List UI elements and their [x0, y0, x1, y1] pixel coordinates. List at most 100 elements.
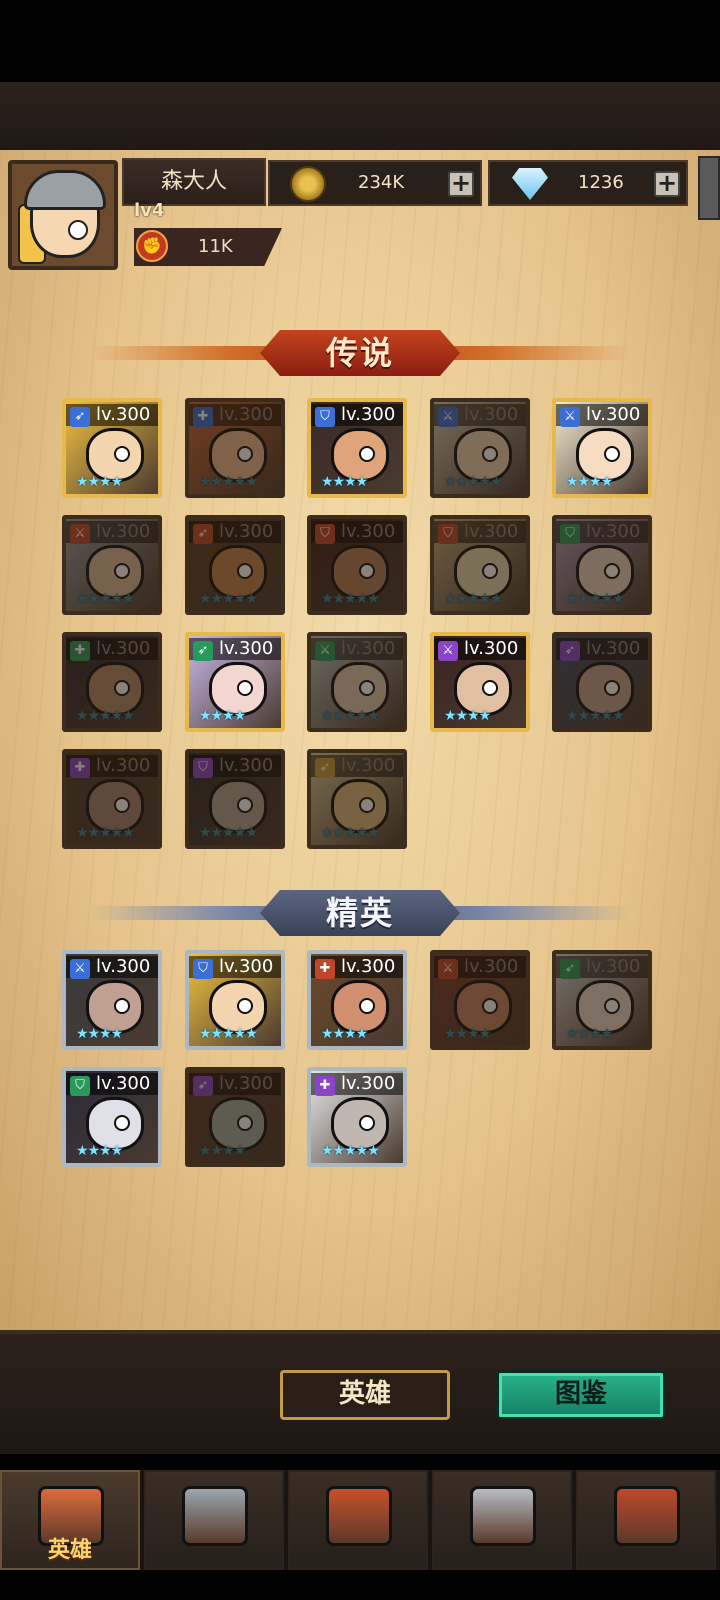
hero-card[interactable]: ⚔ lv.300 ★★★★★: [62, 515, 162, 615]
hero-card[interactable]: ⛉ lv.300 ★★★★: [62, 1067, 162, 1167]
hero-level-bar: ➶ lv.300: [556, 956, 648, 979]
hero-level: lv.300: [341, 521, 396, 542]
codex-tab-button[interactable]: 图鉴: [496, 1370, 666, 1420]
hero-card[interactable]: ➶ lv.300 ★★★★: [185, 632, 285, 732]
hero-face: [331, 662, 389, 716]
nav-item-helmet[interactable]: 英雄: [0, 1470, 140, 1570]
hero-card[interactable]: ⚔ lv.300 ★★★★★: [430, 398, 530, 498]
player-avatar[interactable]: [8, 160, 118, 270]
hero-stars: ★★★★★: [321, 1143, 380, 1159]
hero-card[interactable]: ⛉ lv.300 ★★★★★: [430, 515, 530, 615]
hero-face: [331, 779, 389, 833]
hero-level: lv.300: [96, 755, 151, 776]
hero-level: lv.300: [464, 404, 519, 425]
hero-level-bar: ⚔ lv.300: [434, 956, 526, 979]
hero-card[interactable]: ✚ lv.300 ★★★★★: [307, 1067, 407, 1167]
hero-level-bar: ➶ lv.300: [189, 638, 281, 661]
flag-icon: [182, 1486, 248, 1546]
hero-card[interactable]: ➶ lv.300 ★★★★: [185, 1067, 285, 1167]
hero-stars: ★★★★: [199, 708, 246, 724]
hero-level: lv.300: [586, 956, 641, 977]
nav-item-guild[interactable]: [576, 1470, 716, 1570]
hero-card[interactable]: ➶ lv.300 ★★★★★: [552, 632, 652, 732]
hero-card[interactable]: ✚ lv.300 ★★★★★: [62, 749, 162, 849]
hero-card[interactable]: ⛉ lv.300 ★★★★★: [185, 749, 285, 849]
hero-level-bar: ⛉ lv.300: [189, 755, 281, 778]
hero-card[interactable]: ⛉ lv.300 ★★★★★: [307, 515, 407, 615]
hero-card[interactable]: ✚ lv.300 ★★★★★: [185, 398, 285, 498]
nav-item-flag[interactable]: [144, 1470, 284, 1570]
hero-stars: ★★★★: [444, 708, 491, 724]
hero-portrait: [66, 753, 158, 845]
hero-level: lv.300: [96, 638, 151, 659]
hero-level: lv.300: [96, 521, 151, 542]
hero-portrait: [189, 519, 281, 611]
hero-card[interactable]: ⛉ lv.300 ★★★★: [307, 398, 407, 498]
shield-icon: ⛉: [193, 959, 213, 979]
nav-label: 英雄: [47, 1538, 92, 1563]
hero-eye: [359, 446, 375, 462]
sword-icon: ⚔: [315, 641, 335, 661]
nav-item-castle[interactable]: [432, 1470, 572, 1570]
gold-coin-icon: [290, 166, 326, 202]
hero-level: lv.300: [464, 956, 519, 977]
player-name[interactable]: 森大人: [122, 158, 266, 206]
hero-level: lv.300: [341, 956, 396, 977]
hero-portrait: [189, 753, 281, 845]
guild-icon: [614, 1486, 680, 1546]
shield-icon: ⛉: [438, 524, 458, 544]
nav-item-battle[interactable]: [288, 1470, 428, 1570]
hero-card[interactable]: ⚔ lv.300 ★★★★: [430, 632, 530, 732]
hero-eye: [237, 563, 253, 579]
add-gold-button[interactable]: +: [448, 171, 474, 197]
hero-level-bar: ⚔ lv.300: [311, 638, 403, 661]
hero-card[interactable]: ➶ lv.300 ★★★★★: [185, 515, 285, 615]
hero-face: [86, 545, 144, 599]
hero-eye: [237, 446, 253, 462]
hero-level-bar: ➶ lv.300: [189, 1073, 281, 1096]
hero-card[interactable]: ✚ lv.300 ★★★★: [307, 950, 407, 1050]
hero-level: lv.300: [219, 404, 274, 425]
hero-eye: [114, 680, 130, 696]
hero-face: [86, 662, 144, 716]
sword-icon: ⚔: [438, 407, 458, 427]
combat-power-value: 11K: [198, 236, 233, 257]
side-menu-tab[interactable]: [698, 156, 720, 220]
hero-card[interactable]: ⚔ lv.300 ★★★★: [552, 398, 652, 498]
hero-card[interactable]: ⚔ lv.300 ★★★★: [430, 950, 530, 1050]
status-bar: [0, 0, 720, 82]
hero-level: lv.300: [96, 404, 151, 425]
heroes-tab-button[interactable]: 英雄: [280, 1370, 450, 1420]
hero-eye: [604, 446, 620, 462]
hero-eye: [114, 797, 130, 813]
hero-eye: [359, 1115, 375, 1131]
bow-icon: ➶: [193, 641, 213, 661]
hero-card[interactable]: ⚔ lv.300 ★★★★★: [307, 632, 407, 732]
hero-stars: ★★★★: [76, 1026, 123, 1042]
hero-stars: ★★★★★: [566, 708, 625, 724]
add-diamond-button[interactable]: +: [654, 171, 680, 197]
hero-level-bar: ⚔ lv.300: [434, 638, 526, 661]
hero-stars: ★★★★: [199, 1143, 246, 1159]
hero-level: lv.300: [341, 755, 396, 776]
shield-icon: ⛉: [560, 524, 580, 544]
hero-level: lv.300: [586, 404, 641, 425]
hero-eye: [359, 797, 375, 813]
hero-card[interactable]: ➶ lv.300 ★★★★: [62, 398, 162, 498]
hero-stars: ★★★★: [566, 474, 613, 490]
hero-card[interactable]: ⛉ lv.300 ★★★★★: [552, 515, 652, 615]
hero-card[interactable]: ➶ lv.300 ★★★★: [552, 950, 652, 1050]
bow-icon: ➶: [560, 641, 580, 661]
gold-resource: 234K +: [268, 160, 482, 206]
hero-card[interactable]: ➶ lv.300 ★★★★★: [307, 749, 407, 849]
hero-card[interactable]: ✚ lv.300 ★★★★★: [62, 632, 162, 732]
hero-stars: ★★★★★: [199, 825, 258, 841]
hero-eye: [114, 998, 130, 1014]
hero-card[interactable]: ⛉ lv.300 ★★★★★: [185, 950, 285, 1050]
hero-stars: ★★★★★: [76, 825, 135, 841]
hero-eye: [359, 563, 375, 579]
bow-icon: ➶: [560, 959, 580, 979]
legend-section-title: 传说: [325, 334, 394, 372]
hero-card[interactable]: ⚔ lv.300 ★★★★: [62, 950, 162, 1050]
hero-portrait: [434, 954, 526, 1046]
